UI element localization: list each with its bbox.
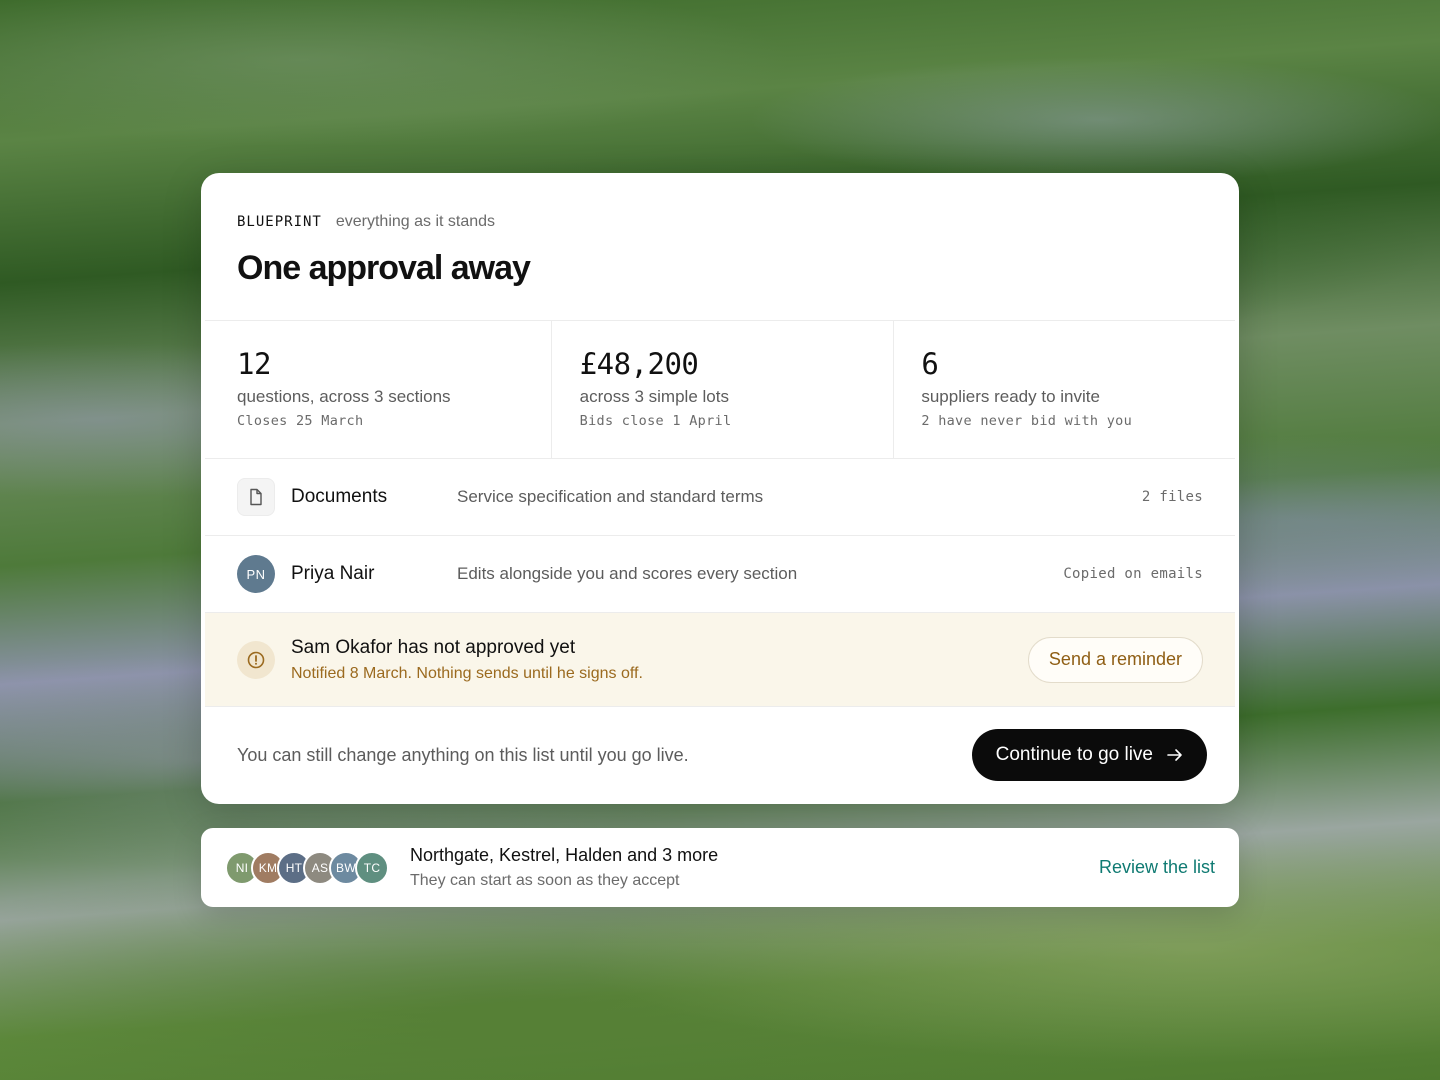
stat-questions: 12 questions, across 3 sections Closes 2… xyxy=(205,321,552,458)
card-footer: You can still change anything on this li… xyxy=(205,707,1235,800)
collaborator-row[interactable]: PN Priya Nair Edits alongside you and sc… xyxy=(205,536,1235,613)
collaborator-description: Edits alongside you and scores every sec… xyxy=(457,564,798,583)
stat-value: £48,200 xyxy=(579,347,699,381)
review-the-list-link[interactable]: Review the list xyxy=(1099,857,1215,878)
suppliers-title: Northgate, Kestrel, Halden and 3 more xyxy=(410,845,719,865)
arrow-right-icon xyxy=(1167,749,1182,761)
approval-alert: Sam Okafor has not approved yet Notified… xyxy=(205,613,1235,707)
avatar: PN xyxy=(237,555,275,593)
eyebrow: BLUEPRINT everything as it stands xyxy=(237,213,1203,231)
stat-label: questions, across 3 sections xyxy=(237,387,451,406)
documents-count: 2 files xyxy=(1141,489,1203,505)
suppliers-text: Northgate, Kestrel, Halden and 3 more Th… xyxy=(410,845,1099,890)
alert-subtitle: Notified 8 March. Nothing sends until he… xyxy=(291,664,643,682)
stat-subtext: 2 have never bid with you xyxy=(921,413,1133,429)
documents-title: Documents xyxy=(291,486,388,507)
document-icon xyxy=(237,478,275,516)
stat-subtext: Bids close 1 April xyxy=(579,413,732,429)
stat-value-total: £48,200 across 3 simple lots Bids close … xyxy=(552,321,895,458)
supplier-avatars: NI KM HT AS BW TC xyxy=(225,850,410,885)
card-header: BLUEPRINT everything as it stands One ap… xyxy=(205,177,1235,321)
stat-subtext: Closes 25 March xyxy=(237,413,364,429)
stat-label: suppliers ready to invite xyxy=(921,387,1100,406)
footer-note: You can still change anything on this li… xyxy=(237,744,689,765)
stat-value: 12 xyxy=(237,347,271,381)
documents-description: Service specification and standard terms xyxy=(457,487,764,506)
collaborator-meta: Copied on emails xyxy=(1063,566,1203,582)
alert-text: Sam Okafor has not approved yet Notified… xyxy=(291,637,1028,683)
alert-title: Sam Okafor has not approved yet xyxy=(291,636,576,658)
stat-suppliers: 6 suppliers ready to invite 2 have never… xyxy=(894,321,1235,458)
alert-circle-icon xyxy=(237,640,275,679)
eyebrow-tag: BLUEPRINT xyxy=(237,214,322,230)
send-reminder-button[interactable]: Send a reminder xyxy=(1027,636,1203,683)
suppliers-strip: NI KM HT AS BW TC Northgate, Kestrel, Ha… xyxy=(201,828,1239,907)
approval-card: BLUEPRINT everything as it stands One ap… xyxy=(201,173,1239,804)
supplier-avatar: TC xyxy=(355,850,389,885)
stat-label: across 3 simple lots xyxy=(579,387,729,406)
collaborator-name: Priya Nair xyxy=(291,563,375,584)
page-title: One approval away xyxy=(237,249,531,287)
stat-value: 6 xyxy=(921,347,939,381)
documents-row[interactable]: Documents Service specification and stan… xyxy=(205,459,1235,536)
suppliers-subtitle: They can start as soon as they accept xyxy=(410,872,680,889)
eyebrow-subtitle: everything as it stands xyxy=(335,213,496,230)
continue-to-go-live-button[interactable]: Continue to go live xyxy=(971,729,1207,781)
stats-row: 12 questions, across 3 sections Closes 2… xyxy=(205,321,1235,459)
continue-button-label: Continue to go live xyxy=(995,744,1153,765)
